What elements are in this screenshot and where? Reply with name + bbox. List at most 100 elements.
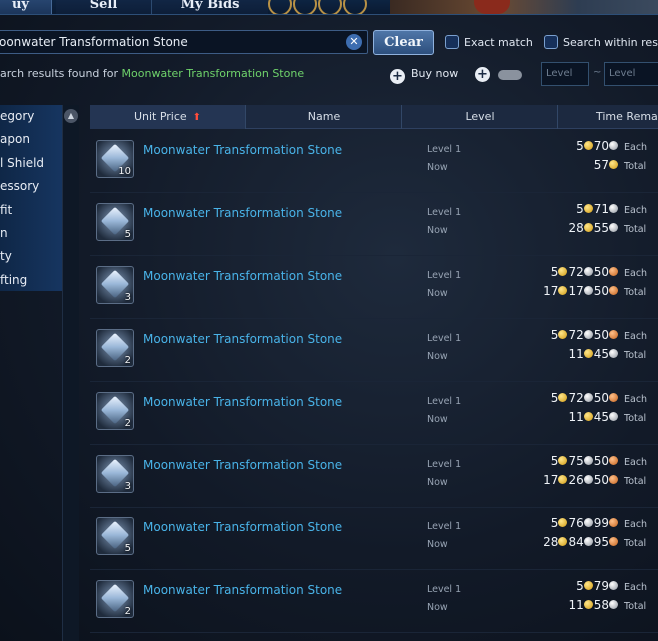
copper-coin-icon	[609, 455, 618, 465]
item-quantity: 2	[124, 417, 131, 429]
total-label: Total	[624, 601, 647, 613]
gold-coin-icon	[609, 160, 618, 169]
search-within-checkbox[interactable]: Search within resu	[544, 35, 658, 51]
sidebar-item-category[interactable]: egory	[0, 105, 62, 128]
item-level: Level 1	[427, 584, 462, 596]
total-label: Total	[624, 349, 647, 361]
price-each: 5 71 Each	[576, 202, 654, 216]
item-name-link[interactable]: Moonwater Transformation Stone	[143, 458, 342, 472]
sidebar-item-crafting[interactable]: fting	[0, 269, 62, 292]
price-amount: 72	[568, 327, 584, 342]
price-amount: 5	[576, 201, 584, 216]
table-row[interactable]: 10 Moonwater Transformation Stone Level 1 N…	[90, 131, 658, 193]
results-term: Moonwater Transformation Stone	[121, 67, 305, 80]
price-amount: 72	[568, 264, 584, 279]
column-level[interactable]: Level	[403, 105, 558, 129]
item-name-link[interactable]: Moonwater Transformation Stone	[143, 206, 342, 220]
clear-x-icon[interactable]: ✕	[346, 34, 362, 50]
item-name-link[interactable]: Moonwater Transformation Stone	[143, 332, 342, 346]
price-each: 5 72 50 Each	[551, 265, 654, 279]
price-each: 5 75 50 Each	[551, 454, 654, 468]
gold-coin-icon	[558, 474, 568, 484]
item-level: Level 1	[427, 458, 462, 470]
clear-button[interactable]: Clear	[373, 30, 434, 55]
column-name[interactable]: Name	[247, 105, 402, 129]
item-icon[interactable]: 2	[96, 328, 134, 367]
sidebar-scrollbar[interactable]: ▲	[62, 105, 79, 641]
item-name-link[interactable]: Moonwater Transformation Stone	[143, 143, 342, 157]
level-max-input[interactable]: Level	[604, 62, 658, 86]
price-amount: 70	[593, 139, 609, 153]
search-bar: oonwater Transformation Stone ✕ Clear Ex…	[0, 28, 658, 58]
scroll-up-icon[interactable]: ▲	[64, 109, 78, 123]
price-amount: 28	[543, 535, 559, 550]
sidebar-item-utility[interactable]: ty	[0, 245, 62, 268]
item-quantity: 5	[124, 543, 131, 555]
item-quantity: 2	[124, 354, 131, 366]
column-unit-price[interactable]: Unit Price ⬆	[90, 105, 246, 129]
plus-icon[interactable]: +	[475, 67, 490, 82]
item-name-link[interactable]: Moonwater Transformation Stone	[143, 269, 342, 283]
table-row[interactable]: 5 Moonwater Transformation Stone Level 1 No…	[90, 194, 658, 256]
table-row[interactable]: 2 Moonwater Transformation Stone Level 1 No…	[90, 320, 658, 382]
sort-arrow-icon: ⬆	[192, 112, 202, 123]
search-input[interactable]: oonwater Transformation Stone	[0, 30, 368, 54]
item-quantity: 3	[124, 291, 131, 303]
ring-icon	[293, 0, 317, 14]
item-level: Level 1	[427, 521, 462, 533]
item-icon[interactable]: 2	[96, 391, 134, 430]
silver-coin-icon	[583, 285, 593, 295]
item-icon[interactable]: 3	[96, 454, 134, 493]
price-total: 28 84 95 Total	[543, 535, 654, 549]
item-level: Level 1	[427, 332, 462, 344]
item-level: Level 1	[427, 206, 462, 218]
price-amount: 50	[593, 453, 609, 468]
item-buy-type: Now	[427, 476, 448, 488]
table-row[interactable]: 2 Moonwater Transformation Stone Level 1 No…	[90, 571, 658, 634]
tab-sell[interactable]: Sell	[56, 0, 152, 14]
sidebar-item-soul-shield[interactable]: l Shield	[0, 152, 62, 175]
item-icon[interactable]: 5	[96, 517, 134, 556]
silver-coin-icon	[583, 329, 593, 339]
gold-coin-icon	[558, 455, 568, 465]
copper-coin-icon	[609, 474, 618, 484]
item-name-link[interactable]: Moonwater Transformation Stone	[143, 395, 342, 409]
plus-icon[interactable]: +	[390, 69, 405, 84]
header-decoration	[390, 0, 658, 14]
table-row[interactable]: 3 Moonwater Transformation Stone Level 1 No…	[90, 446, 658, 508]
copper-coin-icon	[609, 266, 618, 276]
price-amount: 11	[568, 598, 584, 613]
toggle-switch[interactable]	[498, 70, 522, 80]
checkbox-icon[interactable]	[445, 35, 459, 49]
item-name-link[interactable]: Moonwater Transformation Stone	[143, 520, 342, 534]
price-amount: 57	[593, 158, 609, 172]
item-icon[interactable]: 3	[96, 265, 134, 304]
item-icon[interactable]: 10	[96, 140, 134, 178]
table-row[interactable]: 5 Moonwater Transformation Stone Level 1 No…	[90, 508, 658, 571]
gold-coin-icon	[558, 537, 568, 547]
sidebar-item-weapon[interactable]: apon	[0, 128, 62, 151]
buy-now-filter[interactable]: + Buy now	[390, 67, 458, 84]
column-time-remaining[interactable]: Time Rema	[559, 105, 658, 129]
each-label: Each	[624, 204, 648, 216]
buy-now-label: Buy now	[411, 67, 459, 80]
item-name-link[interactable]: Moonwater Transformation Stone	[143, 583, 342, 597]
table-row[interactable]: 2 Moonwater Transformation Stone Level 1 No…	[90, 383, 658, 445]
item-icon[interactable]: 2	[96, 580, 134, 619]
sidebar-item-gem[interactable]: n	[0, 222, 62, 245]
sidebar-item-accessory[interactable]: essory	[0, 175, 62, 198]
exact-match-checkbox[interactable]: Exact match	[445, 35, 533, 51]
table-row[interactable]: 3 Moonwater Transformation Stone Level 1 No…	[90, 257, 658, 319]
price-amount: 84	[568, 535, 584, 550]
sidebar-item-outfit[interactable]: fit	[0, 199, 62, 222]
each-label: Each	[624, 456, 648, 468]
tab-buy[interactable]: uy	[0, 0, 52, 14]
ring-ornament	[268, 0, 368, 14]
level-min-input[interactable]: Level	[541, 62, 589, 86]
price-amount: 45	[593, 346, 609, 361]
category-list: egory apon l Shield essory fit n ty ftin…	[0, 105, 62, 291]
price-each: 5 70 Each	[576, 139, 654, 153]
item-icon[interactable]: 5	[96, 202, 134, 241]
checkbox-icon[interactable]	[544, 35, 558, 49]
tab-my-bids[interactable]: My Bids	[152, 0, 268, 14]
